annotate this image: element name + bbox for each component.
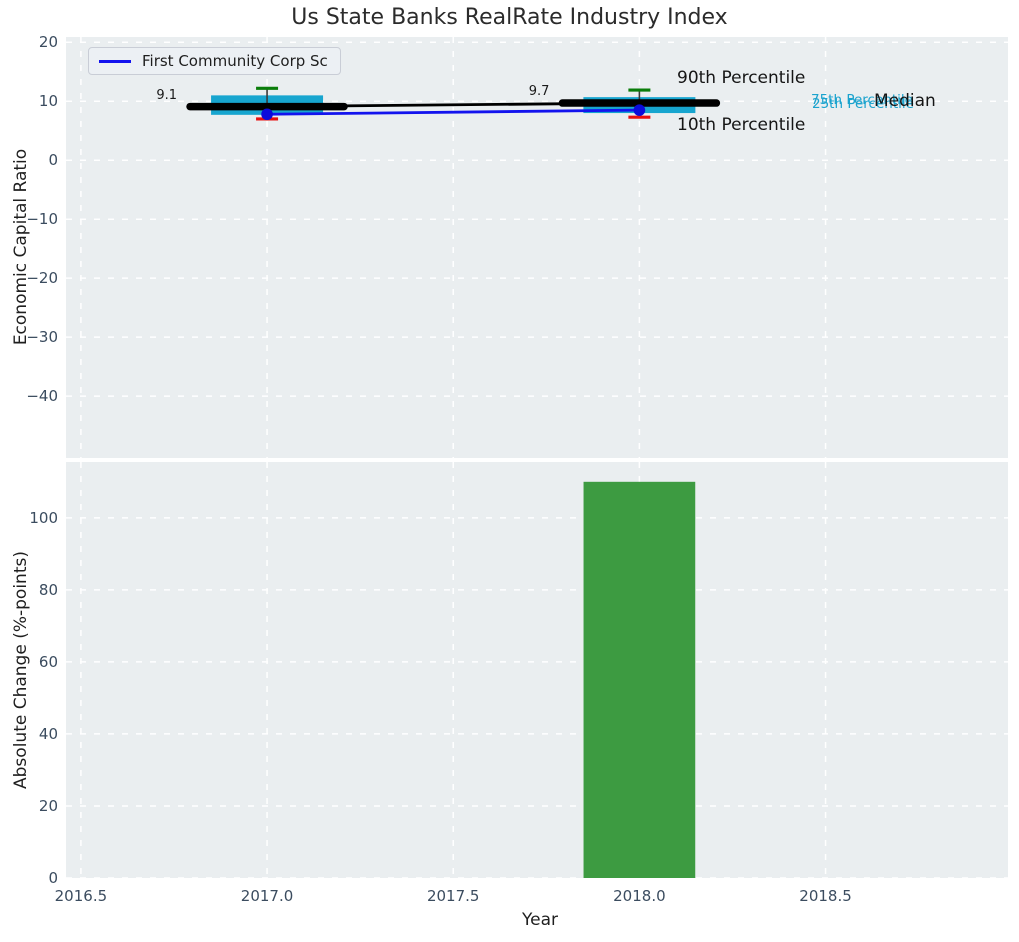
legend-line-sample (99, 59, 131, 63)
annotation-90th-percentile: 90th Percentile (677, 68, 806, 88)
company-dot (633, 104, 646, 116)
bottom-y-tick-label: 0 (48, 869, 58, 887)
x-tick-label: 2017.5 (426, 887, 480, 905)
x-tick-label: 2018.0 (613, 887, 666, 905)
bottom-y-tick-label: 60 (38, 652, 58, 671)
chart-title: Us State Banks RealRate Industry Index (291, 5, 728, 30)
industry-index-figure: Us State Banks RealRate Industry Index E… (0, 0, 1019, 942)
annotation-median: Median (874, 91, 936, 111)
top-y-tick-label: 20 (38, 33, 58, 52)
top-y-tick-label: −20 (26, 269, 58, 288)
axes-background (66, 462, 1008, 878)
bottom-y-tick-label: 20 (38, 796, 58, 815)
top-y-axis-label: Economic Capital Ratio (11, 148, 31, 346)
top-y-tick-label: −30 (26, 328, 58, 347)
bottom-y-tick-label: 40 (38, 724, 58, 743)
bottom-plot-area (66, 462, 1008, 878)
x-axis-label: Year (522, 910, 558, 930)
top-y-tick-label: −10 (26, 210, 58, 229)
bottom-y-tick-label: 100 (29, 508, 58, 527)
company-dot (261, 108, 273, 121)
legend-box: First Community Corp Sc (88, 47, 341, 75)
bottom-y-axis-label: Absolute Change (%-points) (11, 551, 31, 789)
median-value-label: 9.7 (528, 84, 550, 100)
legend-label: First Community Corp Sc (142, 52, 328, 70)
x-tick-label: 2017.0 (240, 887, 294, 905)
annotation-10th-percentile: 10th Percentile (677, 115, 806, 135)
bottom-y-tick-label: 80 (38, 580, 58, 599)
top-y-tick-label: 10 (38, 92, 58, 111)
change-bar (583, 481, 696, 878)
x-tick-label: 2018.5 (799, 887, 852, 905)
x-tick-label: 2016.5 (54, 887, 108, 905)
top-y-tick-label: 0 (48, 151, 58, 170)
median-value-label: 9.1 (156, 87, 178, 103)
top-y-tick-label: −40 (26, 387, 58, 406)
